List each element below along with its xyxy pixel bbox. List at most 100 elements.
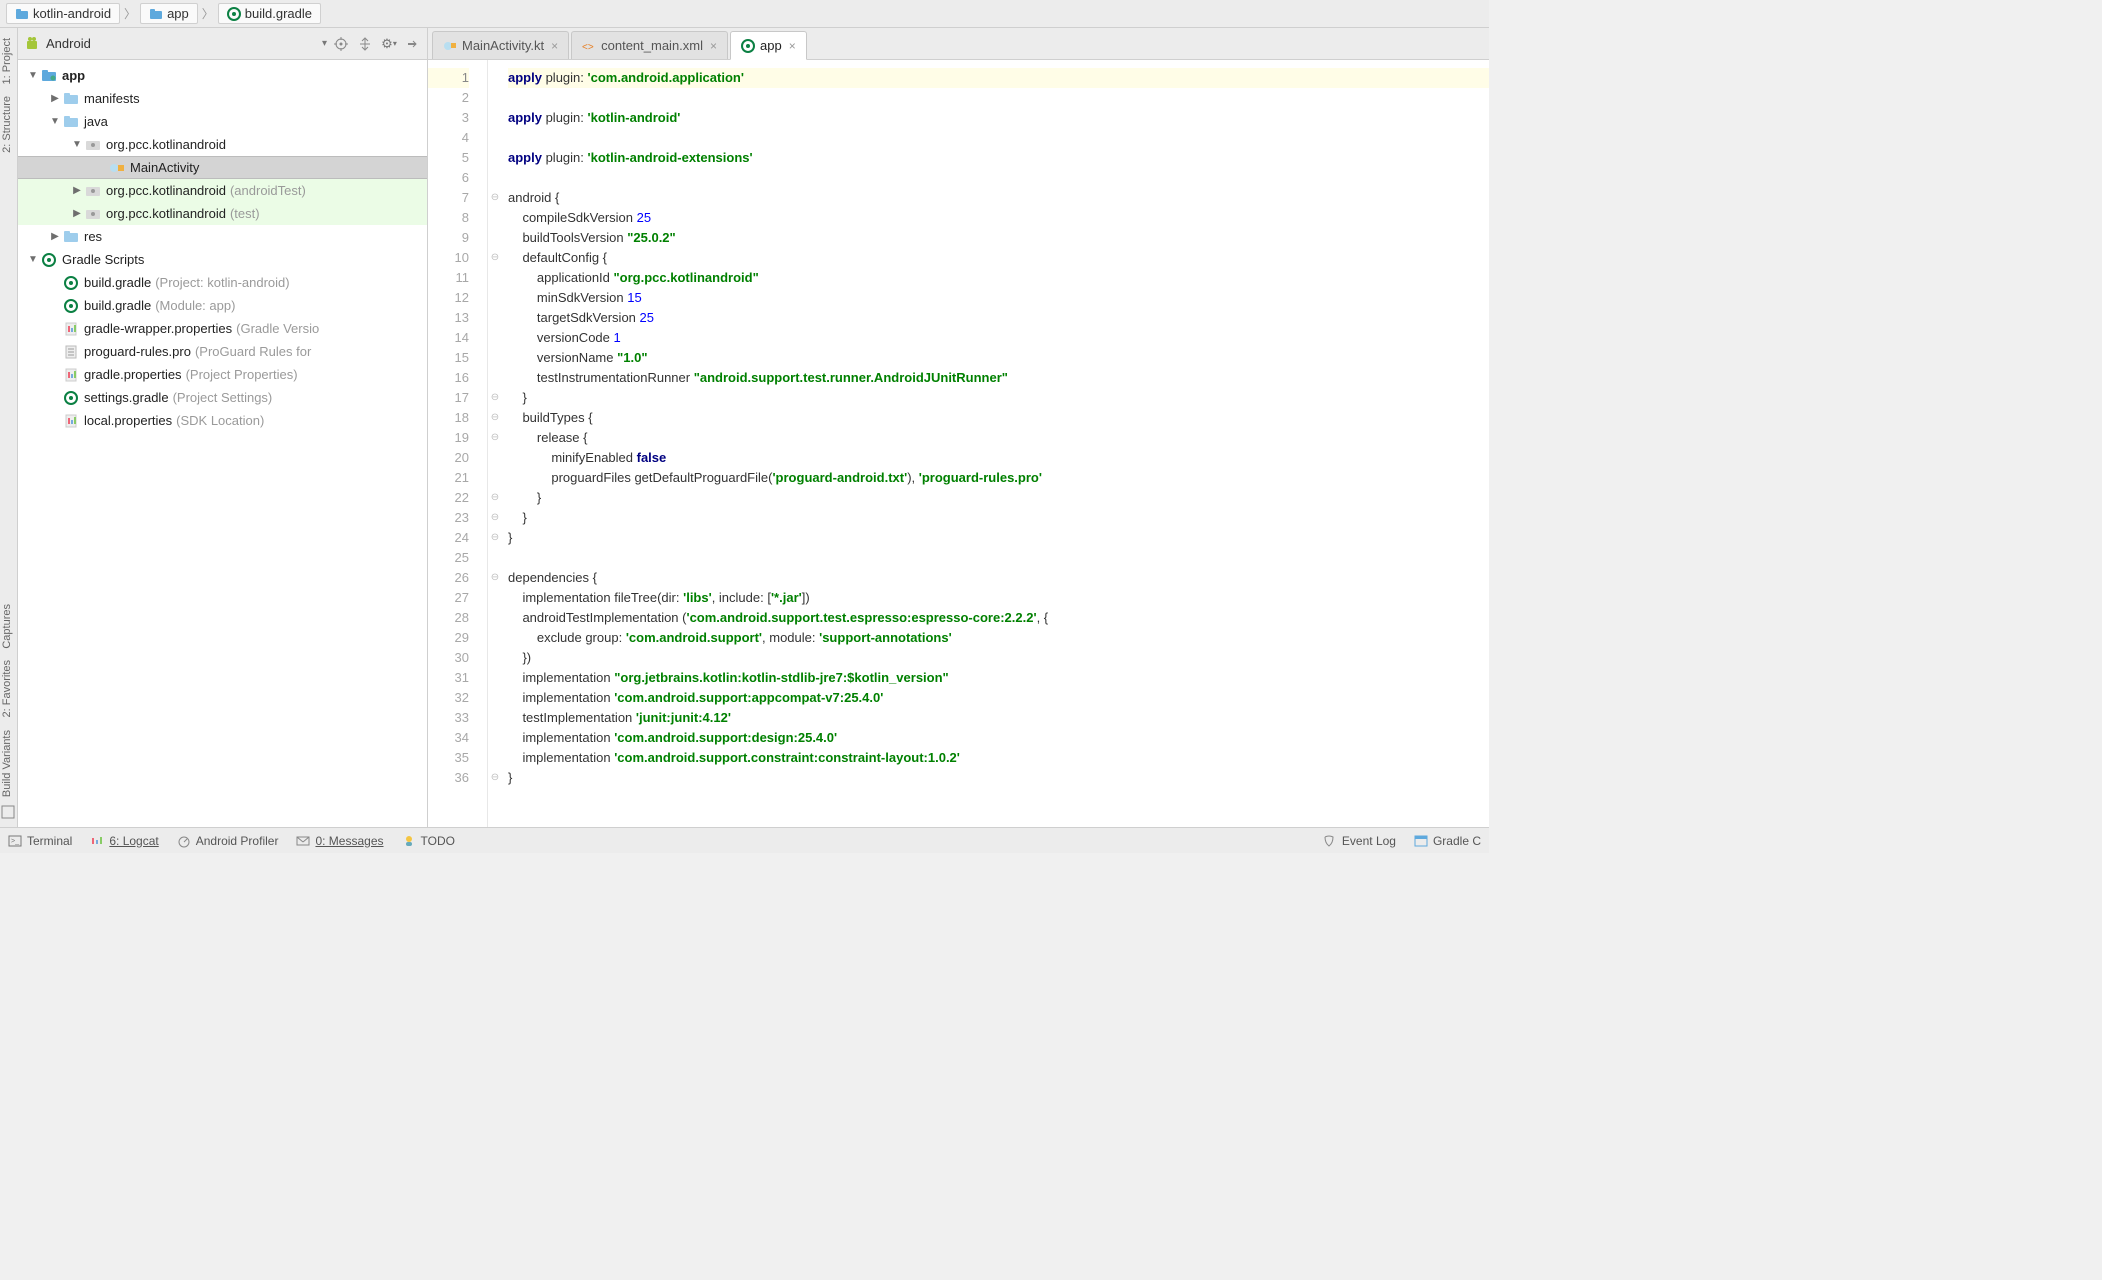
breadcrumb-label: app (167, 6, 189, 21)
code-editor[interactable]: 1234567891011121314151617181920212223242… (428, 60, 1489, 827)
properties-icon (62, 413, 80, 429)
package-icon (84, 137, 102, 153)
chevron-right-icon: 〉 (122, 5, 138, 22)
tree-node-local-properties[interactable]: local.properties (SDK Location) (18, 409, 427, 432)
tree-label: build.gradle (84, 275, 151, 290)
tree-label: proguard-rules.pro (84, 344, 191, 359)
logcat-icon (90, 834, 104, 848)
tree-suffix: (Project Settings) (173, 390, 273, 405)
gradle-icon (227, 7, 241, 21)
arrow-right-icon: ▶ (48, 93, 62, 104)
collapse-icon[interactable] (405, 36, 421, 52)
tree-label: Gradle Scripts (62, 252, 144, 267)
tree-label: org.pcc.kotlinandroid (106, 183, 226, 198)
todo-button[interactable]: TODO (402, 834, 455, 848)
corner-icon[interactable] (1, 805, 17, 821)
kotlin-class-icon (108, 160, 126, 176)
breadcrumb-item[interactable]: build.gradle (218, 3, 321, 24)
tree-label: app (62, 68, 85, 83)
tree-node-res[interactable]: ▶ res (18, 225, 427, 248)
tree-suffix: (SDK Location) (176, 413, 264, 428)
breadcrumb-label: kotlin-android (33, 6, 111, 21)
android-robot-icon (24, 36, 40, 52)
editor-area: MainActivity.kt × <> content_main.xml × … (428, 28, 1489, 827)
tree-label: local.properties (84, 413, 172, 428)
close-icon[interactable]: × (789, 39, 796, 53)
eventlog-icon (1323, 834, 1337, 848)
tree-node-build-module[interactable]: build.gradle (Module: app) (18, 294, 427, 317)
tree-suffix: (Module: app) (155, 298, 235, 313)
tree-node-mainactivity[interactable]: MainActivity (18, 156, 427, 179)
tab-contentmain[interactable]: <> content_main.xml × (571, 31, 728, 59)
tab-label: MainActivity.kt (462, 38, 544, 53)
fold-column[interactable]: ⊖⊖⊖⊖⊖⊖⊖⊖⊖⊖ (488, 60, 502, 827)
tree-suffix: (androidTest) (230, 183, 306, 198)
close-icon[interactable]: × (551, 39, 558, 53)
arrow-down-icon: ▼ (70, 139, 84, 150)
project-view-selector[interactable]: Android ▾ (24, 36, 327, 52)
tree-node-java[interactable]: ▼ java (18, 110, 427, 133)
sidebar-header: Android ▾ ⚙▾ (18, 28, 427, 60)
close-icon[interactable]: × (710, 39, 717, 53)
folder-icon (62, 91, 80, 107)
package-icon (84, 206, 102, 222)
xml-icon: <> (582, 39, 596, 53)
arrow-right-icon: ▶ (70, 185, 84, 196)
breadcrumb-item[interactable]: kotlin-android (6, 3, 120, 24)
build-variants-tab[interactable]: Build Variants (0, 724, 14, 803)
tree-suffix: (ProGuard Rules for (195, 344, 311, 359)
project-tab[interactable]: 1: Project (0, 32, 14, 90)
arrow-down-icon: ▼ (48, 116, 62, 127)
tree-label: build.gradle (84, 298, 151, 313)
breadcrumb-item[interactable]: app (140, 3, 198, 24)
tree-node-pkg-main[interactable]: ▼ org.pcc.kotlinandroid (18, 133, 427, 156)
logcat-button[interactable]: 6: Logcat (90, 834, 158, 848)
gradle-icon (62, 390, 80, 406)
terminal-icon: >_ (8, 834, 22, 848)
project-tree[interactable]: ▼ app ▶ manifests ▼ java ▼ org.p (18, 60, 427, 827)
tree-label: settings.gradle (84, 390, 169, 405)
tab-app[interactable]: app × (730, 31, 807, 60)
gear-icon[interactable]: ⚙▾ (381, 36, 397, 52)
target-icon[interactable] (333, 36, 349, 52)
tree-node-gradle-wrapper[interactable]: gradle-wrapper.properties (Gradle Versio (18, 317, 427, 340)
breadcrumb-label: build.gradle (245, 6, 312, 21)
gradle-console-button[interactable]: Gradle C (1414, 834, 1481, 848)
tree-node-pkg-test[interactable]: ▶ org.pcc.kotlinandroid (test) (18, 202, 427, 225)
package-icon (84, 183, 102, 199)
line-number-gutter: 1234567891011121314151617181920212223242… (428, 60, 488, 827)
arrow-right-icon: ▶ (48, 231, 62, 242)
tree-node-app[interactable]: ▼ app (18, 64, 427, 87)
gradle-console-icon (1414, 834, 1428, 848)
tree-node-gradle-properties[interactable]: gradle.properties (Project Properties) (18, 363, 427, 386)
code-content[interactable]: apply plugin: 'com.android.application' … (502, 60, 1489, 827)
tree-node-gradle-scripts[interactable]: ▼ Gradle Scripts (18, 248, 427, 271)
status-bar: >_Terminal 6: Logcat Android Profiler 0:… (0, 827, 1489, 853)
terminal-button[interactable]: >_Terminal (8, 834, 72, 848)
structure-tab[interactable]: 2: Structure (0, 90, 14, 159)
tree-node-manifests[interactable]: ▶ manifests (18, 87, 427, 110)
favorites-tab[interactable]: 2: Favorites (0, 654, 14, 723)
eventlog-button[interactable]: Event Log (1323, 834, 1396, 848)
properties-icon (62, 367, 80, 383)
left-tool-strip: 1: Project 2: Structure Captures 2: Favo… (0, 28, 18, 827)
captures-tab[interactable]: Captures (0, 598, 14, 655)
gradle-icon (741, 39, 755, 53)
svg-text:>_: >_ (11, 838, 19, 845)
arrow-down-icon: ▼ (26, 254, 40, 265)
tab-label: app (760, 38, 782, 53)
tree-node-pkg-androidtest[interactable]: ▶ org.pcc.kotlinandroid (androidTest) (18, 179, 427, 202)
tree-node-proguard[interactable]: proguard-rules.pro (ProGuard Rules for (18, 340, 427, 363)
tree-label: gradle.properties (84, 367, 182, 382)
gradle-icon (40, 252, 58, 268)
chevron-down-icon: ▾ (322, 38, 327, 49)
messages-button[interactable]: 0: Messages (296, 834, 383, 848)
arrow-right-icon: ▶ (70, 208, 84, 219)
profiler-button[interactable]: Android Profiler (177, 834, 279, 848)
file-icon (62, 344, 80, 360)
tree-node-build-project[interactable]: build.gradle (Project: kotlin-android) (18, 271, 427, 294)
project-sidebar: Android ▾ ⚙▾ ▼ app ▶ (18, 28, 428, 827)
tree-node-settings-gradle[interactable]: settings.gradle (Project Settings) (18, 386, 427, 409)
sync-icon[interactable] (357, 36, 373, 52)
tab-mainactivity[interactable]: MainActivity.kt × (432, 31, 569, 59)
